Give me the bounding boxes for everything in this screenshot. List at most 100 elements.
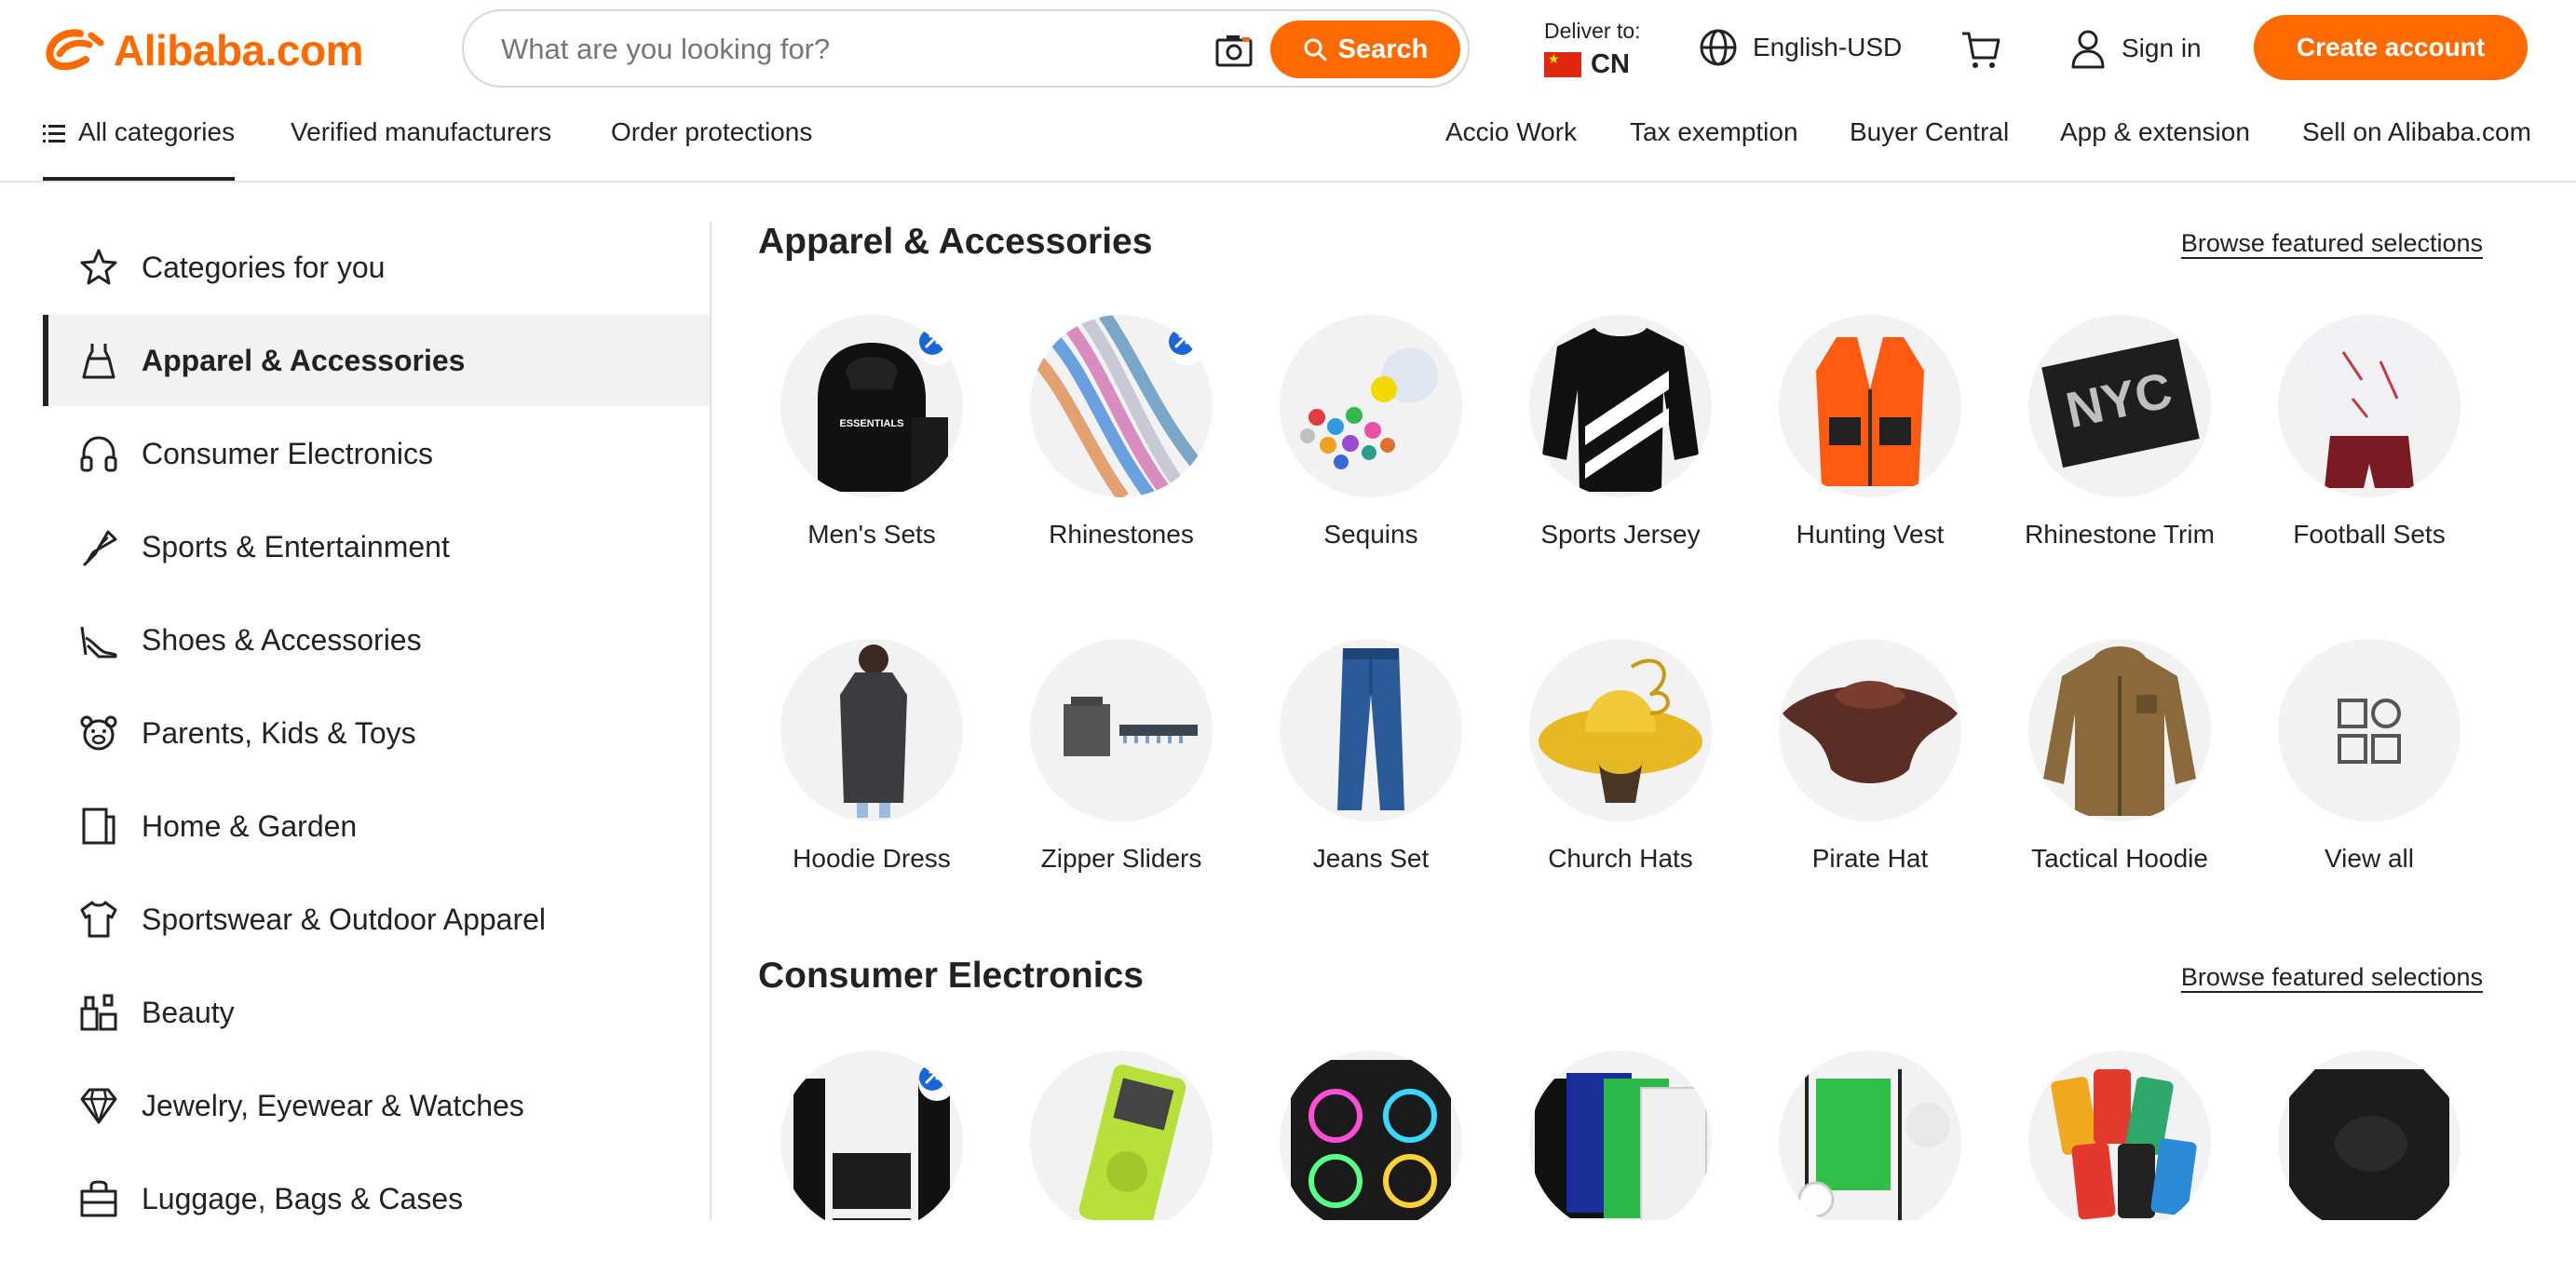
- sidebar-item-label: Shoes & Accessories: [142, 622, 422, 657]
- sidebar-item-label: Parents, Kids & Toys: [142, 715, 416, 750]
- search-input[interactable]: [501, 30, 1227, 69]
- nav-sell-on-alibaba[interactable]: Sell on Alibaba.com: [2302, 117, 2531, 147]
- sidebar-item-beauty[interactable]: Beauty: [43, 967, 710, 1058]
- category-football-sets[interactable]: Football Sets: [2257, 315, 2481, 550]
- category-label: Church Hats: [1548, 844, 1693, 873]
- mens-sets-image: ESSENTIALS: [780, 315, 963, 497]
- electronics-item-backdrops[interactable]: [1529, 1051, 1712, 1220]
- teddy-bear-icon: [80, 715, 117, 751]
- nav-order-protections[interactable]: Order protections: [611, 117, 812, 147]
- electronics-item-gaming-pc[interactable]: [1280, 1051, 1462, 1220]
- football-sets-image: [2278, 315, 2461, 497]
- shirt-icon: [80, 901, 117, 938]
- zipper-sliders-image: [1030, 639, 1213, 821]
- image-search-icon[interactable]: [1214, 32, 1254, 69]
- electronics-item-home-theater[interactable]: [780, 1051, 963, 1220]
- category-label: Tactical Hoodie: [2031, 844, 2208, 873]
- category-label: Sequins: [1323, 520, 1418, 549]
- sidebar-item-sports-entertainment[interactable]: Sports & Entertainment: [43, 501, 710, 592]
- globe-icon: [1700, 29, 1737, 66]
- sidebar-item-categories-for-you[interactable]: Categories for you: [43, 222, 710, 313]
- dress-icon: [82, 344, 115, 379]
- jeans-set-image: [1280, 639, 1462, 821]
- sidebar-item-consumer-electronics[interactable]: Consumer Electronics: [43, 408, 710, 499]
- cosmetics-icon: [80, 994, 117, 1031]
- sidebar-item-label: Consumer Electronics: [142, 436, 433, 470]
- trending-badge-icon: [1168, 328, 1205, 365]
- category-label: Hoodie Dress: [793, 844, 951, 873]
- electronics-item-green-screen-kit[interactable]: [1779, 1051, 1961, 1220]
- category-church-hats[interactable]: Church Hats: [1509, 639, 1732, 874]
- category-hoodie-dress[interactable]: Hoodie Dress: [760, 639, 983, 874]
- category-jeans-set[interactable]: Jeans Set: [1259, 639, 1483, 874]
- category-label: Men's Sets: [807, 520, 936, 549]
- category-mens-sets[interactable]: ESSENTIALS Men's Sets: [760, 315, 983, 550]
- badminton-icon: [82, 530, 117, 567]
- sidebar-item-label: Beauty: [142, 995, 235, 1029]
- category-hunting-vest[interactable]: Hunting Vest: [1758, 315, 1982, 550]
- sidebar-item-home-garden[interactable]: Home & Garden: [43, 781, 710, 872]
- nav-verified-manufacturers[interactable]: Verified manufacturers: [291, 117, 551, 147]
- section-title-consumer-electronics: Consumer Electronics: [758, 956, 1144, 996]
- category-label: Football Sets: [2293, 520, 2446, 549]
- nav-tax-exemption[interactable]: Tax exemption: [1630, 117, 1798, 147]
- tactical-hoodie-image: [2028, 639, 2211, 821]
- church-hats-image: [1529, 639, 1712, 821]
- alibaba-logo[interactable]: Alibaba.com: [43, 24, 364, 76]
- brand-name: Alibaba.com: [114, 26, 364, 75]
- trending-badge-icon: [918, 328, 956, 365]
- nav-buyer-central[interactable]: Buyer Central: [1850, 117, 2009, 147]
- section-title-apparel: Apparel & Accessories: [758, 222, 1153, 262]
- trending-badge-icon: [918, 1064, 956, 1101]
- alibaba-logo-icon: [46, 29, 104, 71]
- sidebar-item-shoes-accessories[interactable]: Shoes & Accessories: [43, 594, 710, 686]
- category-zipper-sliders[interactable]: Zipper Sliders: [1010, 639, 1233, 874]
- search-button[interactable]: Search: [1270, 20, 1460, 78]
- sidebar-item-sportswear-outdoor[interactable]: Sportswear & Outdoor Apparel: [43, 874, 710, 965]
- cart-icon[interactable]: [1959, 28, 2002, 71]
- sidebar-item-parents-kids-toys[interactable]: Parents, Kids & Toys: [43, 687, 710, 779]
- home-icon: [82, 808, 115, 845]
- category-pirate-hat[interactable]: Pirate Hat: [1758, 639, 1982, 874]
- category-view-all[interactable]: View all: [2257, 639, 2481, 874]
- search-bar: Search: [462, 9, 1470, 88]
- pirate-hat-image: [1779, 639, 1961, 821]
- browse-featured-apparel-link[interactable]: Browse featured selections: [2181, 229, 2483, 258]
- nav-accio-work[interactable]: Accio Work: [1445, 117, 1577, 147]
- user-icon: [2071, 30, 2105, 69]
- hunting-vest-image: [1779, 315, 1961, 497]
- deliver-country: CN: [1544, 49, 1641, 80]
- nav-all-categories[interactable]: All categories: [43, 117, 236, 181]
- sidebar-item-label: Apparel & Accessories: [142, 343, 466, 377]
- category-rhinestones[interactable]: Rhinestones: [1010, 315, 1233, 550]
- electronics-item-screen-protectors[interactable]: [2028, 1051, 2211, 1220]
- create-account-button[interactable]: Create account: [2254, 15, 2528, 80]
- headphones-icon: [80, 436, 117, 472]
- category-tactical-hoodie[interactable]: Tactical Hoodie: [2008, 639, 2231, 874]
- search-button-label: Search: [1337, 34, 1429, 64]
- sidebar-item-apparel-accessories[interactable]: Apparel & Accessories: [43, 315, 710, 406]
- search-icon: [1304, 38, 1327, 61]
- nav-app-extension[interactable]: App & extension: [2060, 117, 2250, 147]
- svg-text:ESSENTIALS: ESSENTIALS: [839, 418, 903, 429]
- language-currency-selector[interactable]: English-USD: [1699, 28, 1902, 67]
- category-nav: All categories Verified manufacturers Or…: [0, 110, 2576, 183]
- rhinestones-image: [1030, 315, 1213, 497]
- browse-featured-electronics-link[interactable]: Browse featured selections: [2181, 963, 2483, 992]
- electronics-item-device-hub[interactable]: [2278, 1051, 2461, 1220]
- category-label: Jeans Set: [1312, 844, 1430, 873]
- sign-in-label: Sign in: [2122, 34, 2202, 62]
- category-label: Hunting Vest: [1796, 520, 1945, 549]
- nav-all-categories-label: All categories: [78, 117, 236, 146]
- sign-in-link[interactable]: Sign in: [2069, 28, 2202, 69]
- category-rhinestone-trim[interactable]: NYC Rhinestone Trim: [2008, 315, 2231, 550]
- menu-list-icon: [43, 125, 65, 143]
- deliver-country-code: CN: [1591, 49, 1630, 79]
- category-label: Rhinestone Trim: [2025, 520, 2215, 549]
- deliver-to-selector[interactable]: Deliver to: CN: [1544, 19, 1641, 80]
- category-label: Rhinestones: [1049, 520, 1194, 549]
- rhinestone-trim-image: NYC: [2028, 315, 2211, 497]
- electronics-item-mp3-player[interactable]: [1030, 1051, 1213, 1220]
- category-sequins[interactable]: Sequins: [1259, 315, 1483, 550]
- category-sports-jersey[interactable]: Sports Jersey: [1509, 315, 1732, 550]
